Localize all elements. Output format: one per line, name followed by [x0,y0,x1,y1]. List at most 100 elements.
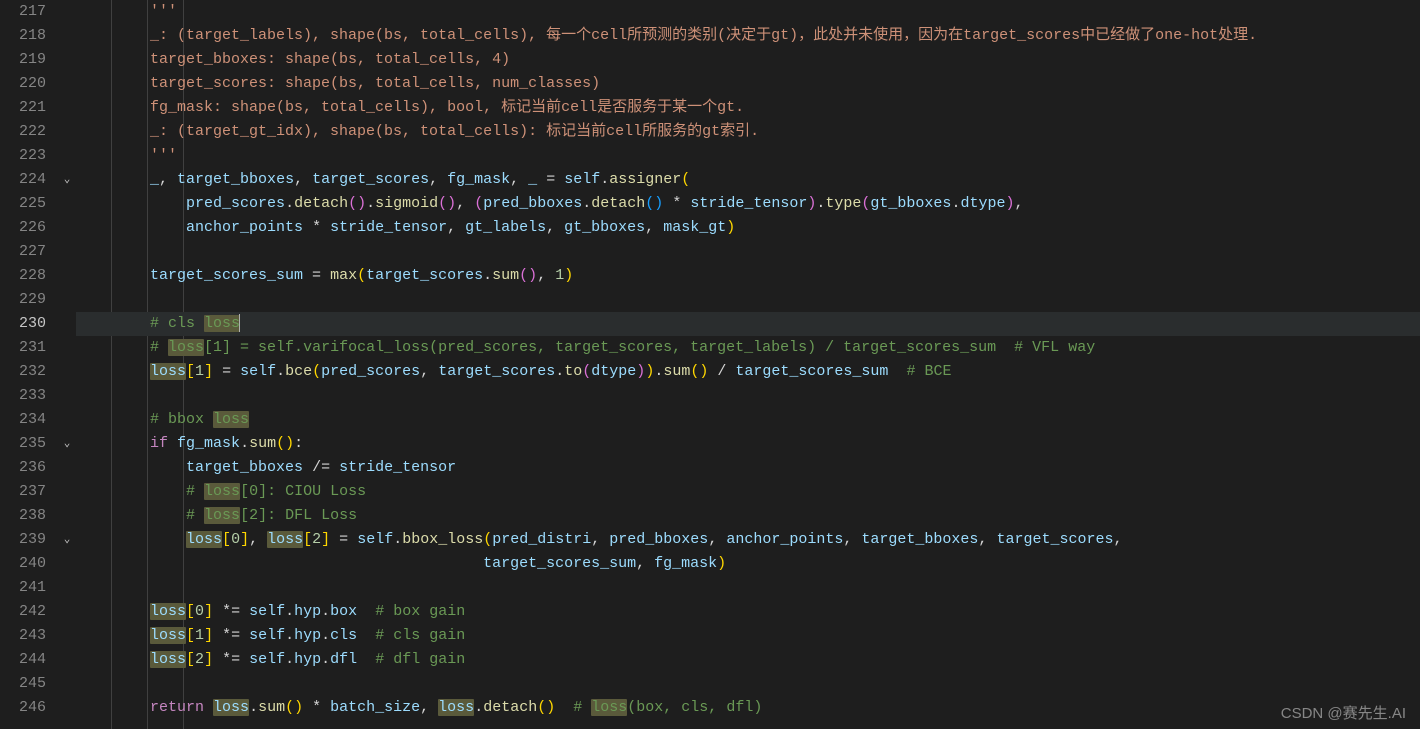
code-line[interactable] [76,672,1420,696]
code-line[interactable] [76,288,1420,312]
token: ] [204,363,213,380]
token: pred_bboxes [483,195,582,212]
token: . [285,603,294,620]
line-number: 225 [0,192,54,216]
code-line[interactable]: target_bboxes: shape(bs, total_cells, 4) [76,48,1420,72]
code-line[interactable]: fg_mask: shape(bs, total_cells), bool, 标… [76,96,1420,120]
code-line[interactable] [76,576,1420,600]
token: . [321,603,330,620]
token: 0 [195,603,204,620]
token: loss [168,339,204,356]
token: # [186,483,204,500]
token: loss [150,651,186,668]
code-line[interactable] [76,240,1420,264]
token: ) [717,555,726,572]
code-line[interactable]: _: (target_gt_idx), shape(bs, total_cell… [76,120,1420,144]
token: fg_mask: shape(bs, total_cells), bool, 标… [150,99,744,116]
code-line[interactable]: loss[0] *= self.hyp.box # box gain [76,600,1420,624]
token: ] [321,531,330,548]
line-number: 230 [0,312,54,336]
fold-marker[interactable]: ⌄ [58,528,76,552]
token: ( [474,195,483,212]
token: ( [357,267,366,284]
token: , [708,531,726,548]
token: : [294,435,303,452]
token: loss [213,411,249,428]
line-number: 238 [0,504,54,528]
code-line[interactable]: target_scores: shape(bs, total_cells, nu… [76,72,1420,96]
token: ( [681,171,690,188]
token: # BCE [906,363,951,380]
token: = [303,267,330,284]
token: batch_size [330,699,420,716]
line-number: 229 [0,288,54,312]
code-line[interactable]: _, target_bboxes, target_scores, fg_mask… [76,168,1420,192]
line-number: 244 [0,648,54,672]
token: 0 [231,531,240,548]
code-line[interactable]: # bbox loss [76,408,1420,432]
code-editor[interactable]: 2172182192202212222232242252262272282292… [0,0,1420,729]
token: [ [186,363,195,380]
token: . [249,699,258,716]
code-line[interactable]: loss[1] *= self.hyp.cls # cls gain [76,624,1420,648]
line-number: 234 [0,408,54,432]
token: type [825,195,861,212]
token: dfl [330,651,357,668]
token: gt_bboxes [564,219,645,236]
token: , [420,699,438,716]
token: loss [186,531,222,548]
code-line[interactable]: ''' [76,144,1420,168]
token: , [420,363,438,380]
code-line[interactable]: if fg_mask.sum(): [76,432,1420,456]
fold-marker [58,456,76,480]
fold-marker [58,24,76,48]
token: *= [213,651,249,668]
code-line[interactable]: # loss[0]: CIOU Loss [76,480,1420,504]
code-line[interactable]: ''' [76,0,1420,24]
token: fg_mask [177,435,240,452]
token: # cls [150,315,204,332]
token [168,435,177,452]
fold-marker [58,384,76,408]
token: ) [636,363,645,380]
fold-marker [58,552,76,576]
code-line[interactable]: target_scores_sum = max(target_scores.su… [76,264,1420,288]
line-number: 221 [0,96,54,120]
line-number: 231 [0,336,54,360]
token: [ [222,531,231,548]
token: target_scores_sum [735,363,888,380]
code-line[interactable] [76,384,1420,408]
token: self [249,627,285,644]
code-line[interactable]: _: (target_labels), shape(bs, total_cell… [76,24,1420,48]
code-line[interactable]: # loss[1] = self.varifocal_loss(pred_sco… [76,336,1420,360]
token: pred_scores [186,195,285,212]
token [888,363,906,380]
token [555,699,573,716]
token: stride_tensor [330,219,447,236]
code-line[interactable]: anchor_points * stride_tensor, gt_labels… [76,216,1420,240]
code-area[interactable]: ''' _: (target_labels), shape(bs, total_… [76,0,1420,729]
code-line[interactable]: # loss[2]: DFL Loss [76,504,1420,528]
code-line[interactable]: pred_scores.detach().sigmoid(), (pred_bb… [76,192,1420,216]
fold-marker[interactable]: ⌄ [58,168,76,192]
token: fg_mask [447,171,510,188]
code-line[interactable]: target_scores_sum, fg_mask) [76,552,1420,576]
fold-marker[interactable]: ⌄ [58,432,76,456]
token: ( [312,363,321,380]
token: ''' [150,147,177,164]
token: *= [213,603,249,620]
code-line[interactable]: loss[0], loss[2] = self.bbox_loss(pred_d… [76,528,1420,552]
token: ) [645,363,654,380]
code-line[interactable]: target_bboxes /= stride_tensor [76,456,1420,480]
token: bce [285,363,312,380]
token: # [150,339,168,356]
token: [0]: CIOU Loss [240,483,366,500]
code-line[interactable]: return loss.sum() * batch_size, loss.det… [76,696,1420,720]
code-line[interactable]: # cls loss [76,312,1420,336]
code-line[interactable]: loss[2] *= self.hyp.dfl # dfl gain [76,648,1420,672]
code-line[interactable]: loss[1] = self.bce(pred_scores, target_s… [76,360,1420,384]
token: , [591,531,609,548]
token: . [474,699,483,716]
token: pred_distri [492,531,591,548]
fold-marker [58,72,76,96]
